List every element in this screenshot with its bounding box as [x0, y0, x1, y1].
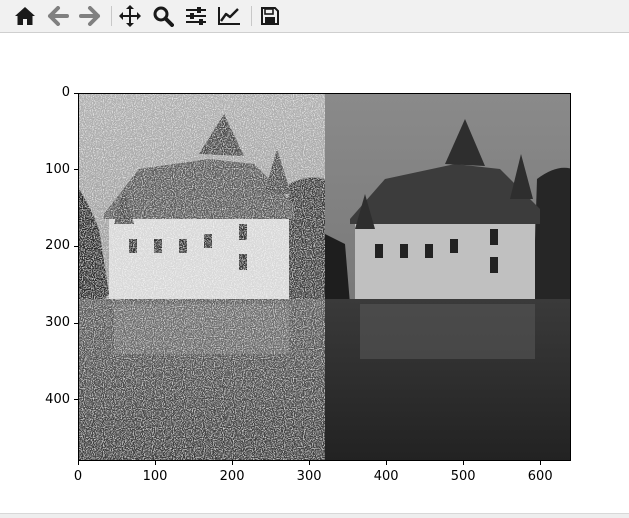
x-tick-mark — [308, 461, 310, 465]
x-tick-label: 0 — [73, 469, 83, 484]
x-tick-mark — [462, 461, 464, 465]
x-tick-label: 400 — [373, 469, 399, 484]
x-tick-mark — [77, 461, 79, 465]
status-bar — [0, 513, 629, 518]
y-tick-mark — [74, 322, 78, 324]
save-button[interactable] — [255, 2, 285, 30]
y-tick-mark — [74, 169, 78, 171]
pan-icon — [119, 5, 141, 27]
zoom-button[interactable] — [148, 2, 178, 30]
back-button[interactable] — [43, 2, 73, 30]
image-axes[interactable] — [78, 93, 571, 461]
save-icon — [261, 7, 279, 25]
y-tick-mark — [74, 399, 78, 401]
x-tick-label: 500 — [450, 469, 476, 484]
x-tick-mark — [539, 461, 541, 465]
pan-button[interactable] — [115, 2, 145, 30]
y-tick-label: 300 — [45, 315, 70, 330]
toolbar-separator — [111, 6, 112, 26]
x-tick-mark — [385, 461, 387, 465]
forward-icon — [79, 6, 100, 26]
noisy-image-panel — [79, 94, 325, 460]
y-tick-label: 100 — [45, 161, 70, 177]
x-tick-mark — [231, 461, 233, 465]
y-tick-mark — [74, 92, 78, 94]
zoom-icon — [153, 6, 174, 27]
y-tick-label: 0 — [61, 85, 70, 100]
x-tick-mark — [154, 461, 156, 465]
forward-button[interactable] — [75, 2, 105, 30]
y-tick-label: 200 — [45, 238, 70, 254]
edit-axis-button[interactable] — [214, 2, 244, 30]
x-tick-label: 200 — [219, 469, 245, 484]
y-tick-mark — [74, 245, 78, 247]
configure-subplots-button[interactable] — [181, 2, 211, 30]
back-icon — [48, 6, 69, 26]
edit-axis-icon — [218, 7, 240, 25]
x-tick-label: 300 — [296, 469, 322, 484]
navigation-toolbar — [0, 0, 629, 33]
toolbar-separator — [251, 6, 252, 26]
configure-subplots-icon — [186, 7, 206, 25]
x-tick-label: 100 — [142, 469, 168, 484]
home-icon — [15, 7, 35, 25]
y-tick-label: 400 — [45, 391, 70, 407]
denoised-chateau-image — [325, 94, 570, 460]
x-tick-label: 600 — [527, 469, 553, 484]
home-button[interactable] — [10, 2, 40, 30]
denoised-image-panel — [325, 94, 570, 460]
noisy-chateau-image — [79, 94, 325, 460]
